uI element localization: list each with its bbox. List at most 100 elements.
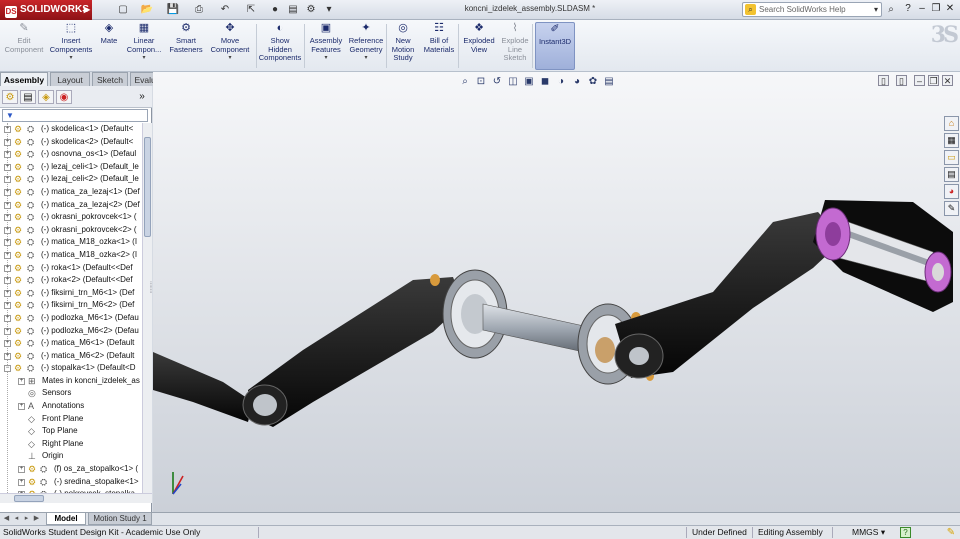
tab-sketch[interactable]: Sketch bbox=[92, 72, 128, 86]
tree-item[interactable]: ◇ Top Plane bbox=[0, 425, 142, 438]
expand-icon[interactable]: + bbox=[4, 138, 11, 146]
expand-icon[interactable]: + bbox=[18, 466, 25, 474]
file-properties-icon[interactable]: ▤ bbox=[286, 2, 300, 17]
tree-item[interactable]: + ⚙ ⛭ (-) matica_M18_ozka<2> (I bbox=[0, 249, 142, 262]
help-icon[interactable]: ? bbox=[902, 2, 914, 16]
expand-icon[interactable]: + bbox=[18, 403, 25, 411]
crank-arm-left[interactable] bbox=[153, 277, 463, 427]
prev-tab-icon[interactable]: ◂ bbox=[12, 514, 21, 524]
expand-icon[interactable]: + bbox=[18, 478, 25, 486]
options-icon[interactable]: ⚙ bbox=[304, 2, 318, 17]
save-icon[interactable]: 💾 bbox=[166, 2, 180, 17]
tree-item[interactable]: ◎ Sensors bbox=[0, 387, 142, 400]
tree-item[interactable]: + ⚙ ⛭ (f) os_za_stopalko<1> ( bbox=[0, 463, 142, 476]
tree-item[interactable]: − ⚙ ⛭ (-) stopalka<1> (Default<D bbox=[0, 362, 142, 375]
expand-icon[interactable]: + bbox=[4, 226, 11, 234]
expand-icon[interactable]: + bbox=[4, 151, 11, 159]
ribbon-button-show-hidden-components[interactable]: ◐ Show Hidden Components bbox=[256, 22, 304, 70]
tree-item[interactable]: + ⚙ ⛭ (-) lezaj_celi<1> (Default_le bbox=[0, 161, 142, 174]
first-tab-icon[interactable]: ◀ bbox=[2, 514, 11, 524]
ribbon-button-linear-compon[interactable]: ▦ Linear Compon... ▾ bbox=[124, 22, 164, 70]
expand-icon[interactable]: + bbox=[4, 239, 11, 247]
tree-item[interactable]: + ⚙ ⛭ (-) fiksirni_trn_M6<2> (Def bbox=[0, 299, 142, 312]
tree-item[interactable]: ⊥ Origin bbox=[0, 450, 142, 463]
tree-item[interactable]: + ⚙ ⛭ (-) matica_M6<2> (Default bbox=[0, 350, 142, 363]
expand-icon[interactable]: + bbox=[4, 302, 11, 310]
solidworks-menu-button[interactable]: DS SOLIDWORKS ▶ bbox=[0, 0, 92, 20]
property-manager-tab-icon[interactable]: ▤ bbox=[20, 90, 36, 104]
design-library-icon[interactable]: ▦ bbox=[944, 133, 959, 148]
expand-icon[interactable]: + bbox=[4, 277, 11, 285]
close-button[interactable]: ✕ bbox=[944, 2, 956, 16]
expand-icon[interactable]: + bbox=[4, 340, 11, 348]
dropdown-arrow-icon[interactable]: ▾ bbox=[346, 54, 386, 63]
search-dropdown-icon[interactable]: ▾ bbox=[874, 3, 878, 16]
crank-arm-right[interactable] bbox=[614, 212, 843, 379]
select-icon[interactable]: ⇱ bbox=[244, 2, 258, 17]
print-icon[interactable]: ⎙ bbox=[192, 2, 206, 17]
tree-horizontal-scrollbar[interactable] bbox=[0, 493, 152, 503]
expand-icon[interactable]: + bbox=[4, 126, 11, 133]
tab-layout[interactable]: Layout bbox=[50, 72, 90, 86]
rebuild-status-icon[interactable]: ✎ bbox=[945, 527, 957, 538]
minimize-button[interactable]: – bbox=[916, 2, 928, 16]
tree-item[interactable]: + ⚙ ⛭ (-) podlozka_M6<1> (Defau bbox=[0, 312, 142, 325]
display-manager-tab-icon[interactable]: ◉ bbox=[56, 90, 72, 104]
scrollbar-thumb[interactable] bbox=[144, 137, 151, 237]
next-tab-icon[interactable]: ▸ bbox=[22, 514, 31, 524]
tree-item[interactable]: + ⚙ ⛭ (-) matica_M18_ozka<1> (I bbox=[0, 236, 142, 249]
tree-item[interactable]: + ⚙ ⛭ (-) podlozka_M6<2> (Defau bbox=[0, 325, 142, 338]
tree-item[interactable]: + ⚙ ⛭ (-) matica_za_lezaj<2> (Def bbox=[0, 199, 142, 212]
quick-tips-help-icon[interactable]: ? bbox=[900, 527, 911, 538]
tree-item[interactable]: + ⚙ ⛭ (-) matica_M6<1> (Default bbox=[0, 337, 142, 350]
expand-icon[interactable]: + bbox=[4, 289, 11, 297]
rebuild-traffic-light-icon[interactable]: ● bbox=[268, 2, 282, 17]
ribbon-button-reference-geometry[interactable]: ✦ Reference Geometry ▾ bbox=[346, 22, 386, 70]
custom-properties-icon[interactable]: ✎ bbox=[944, 201, 959, 216]
expand-icon[interactable]: + bbox=[18, 377, 25, 385]
assembly-model-view[interactable] bbox=[153, 72, 960, 512]
search-go-icon[interactable]: ⌕ bbox=[884, 2, 898, 17]
ribbon-button-smart-fasteners[interactable]: ⚙ Smart Fasteners bbox=[166, 22, 206, 70]
ribbon-button-move-component[interactable]: ✥ Move Component ▾ bbox=[208, 22, 252, 70]
appearances-icon[interactable]: ◕ bbox=[944, 184, 959, 199]
graphics-area[interactable]: ⌕ ⊡ ↺ ◫ ▣ ◼ ◑ ◕ ✿ ▤ ▯ ▯ – ❐ ✕ ⌂ ▦ ▭ ▤ ◕ … bbox=[153, 72, 960, 512]
expand-icon[interactable]: + bbox=[4, 352, 11, 360]
ribbon-button-edit-component[interactable]: ✎ Edit Component bbox=[4, 22, 44, 70]
axle[interactable] bbox=[482, 303, 594, 355]
tab-assembly[interactable]: Assembly bbox=[0, 72, 48, 86]
tree-item[interactable]: + ⚙ ⛭ (-) lezaj_celi<2> (Default_le bbox=[0, 173, 142, 186]
undo-icon[interactable]: ↶ bbox=[218, 2, 232, 17]
tree-item[interactable]: + ⚙ ⛭ (-) osnovna_os<1> (Defaul bbox=[0, 148, 142, 161]
dropdown-arrow-icon[interactable]: ▾ bbox=[124, 54, 164, 63]
expand-icon[interactable]: + bbox=[4, 214, 11, 222]
dropdown-arrow-icon[interactable]: ▾ bbox=[306, 54, 346, 63]
tree-item[interactable]: + ⚙ ⛭ (-) skodelica<1> (Default< bbox=[0, 123, 142, 136]
expand-icon[interactable]: + bbox=[4, 176, 11, 184]
file-explorer-icon[interactable]: ▭ bbox=[944, 150, 959, 165]
tree-item[interactable]: + ⚙ ⛭ (-) okrasni_pokrovcek<1> ( bbox=[0, 211, 142, 224]
last-tab-icon[interactable]: ▶ bbox=[32, 514, 41, 524]
new-document-icon[interactable]: ▢ bbox=[116, 2, 130, 17]
tab-model[interactable]: Model bbox=[46, 513, 86, 525]
expand-icon[interactable]: + bbox=[4, 188, 11, 196]
tree-item[interactable]: + A Annotations bbox=[0, 400, 142, 413]
pedal[interactable] bbox=[813, 200, 953, 312]
dropdown-arrow-icon[interactable]: ▾ bbox=[48, 54, 94, 63]
tree-item[interactable]: + ⚙ ⛭ (-) okrasni_pokrovcek<2> ( bbox=[0, 224, 142, 237]
help-search-input[interactable]: ⌕ Search SolidWorks Help ▾ bbox=[742, 2, 882, 17]
expand-icon[interactable]: + bbox=[4, 314, 11, 322]
tree-item[interactable]: ◇ Front Plane bbox=[0, 413, 142, 426]
expand-panel-icon[interactable]: » bbox=[134, 90, 150, 104]
solidworks-resources-icon[interactable]: ⌂ bbox=[944, 116, 959, 131]
tree-vertical-scrollbar[interactable] bbox=[142, 123, 152, 493]
tree-item[interactable]: + ⚙ ⛭ (-) roka<1> (Default<<Def bbox=[0, 262, 142, 275]
tree-item[interactable]: + ⚙ ⛭ (-) matica_za_lezaj<1> (Def bbox=[0, 186, 142, 199]
feature-tree-tab-icon[interactable]: ⚙ bbox=[2, 90, 18, 104]
ribbon-button-bill-of-materials[interactable]: ☷ Bill of Materials bbox=[420, 22, 458, 70]
view-palette-icon[interactable]: ▤ bbox=[944, 167, 959, 182]
ribbon-button-new-motion-study[interactable]: ◎ New Motion Study bbox=[388, 22, 418, 70]
tree-filter-input[interactable]: ▼ bbox=[2, 109, 148, 122]
expand-icon[interactable]: + bbox=[4, 327, 11, 335]
tree-item[interactable]: + ⚙ ⛭ (-) roka<2> (Default<<Def bbox=[0, 274, 142, 287]
